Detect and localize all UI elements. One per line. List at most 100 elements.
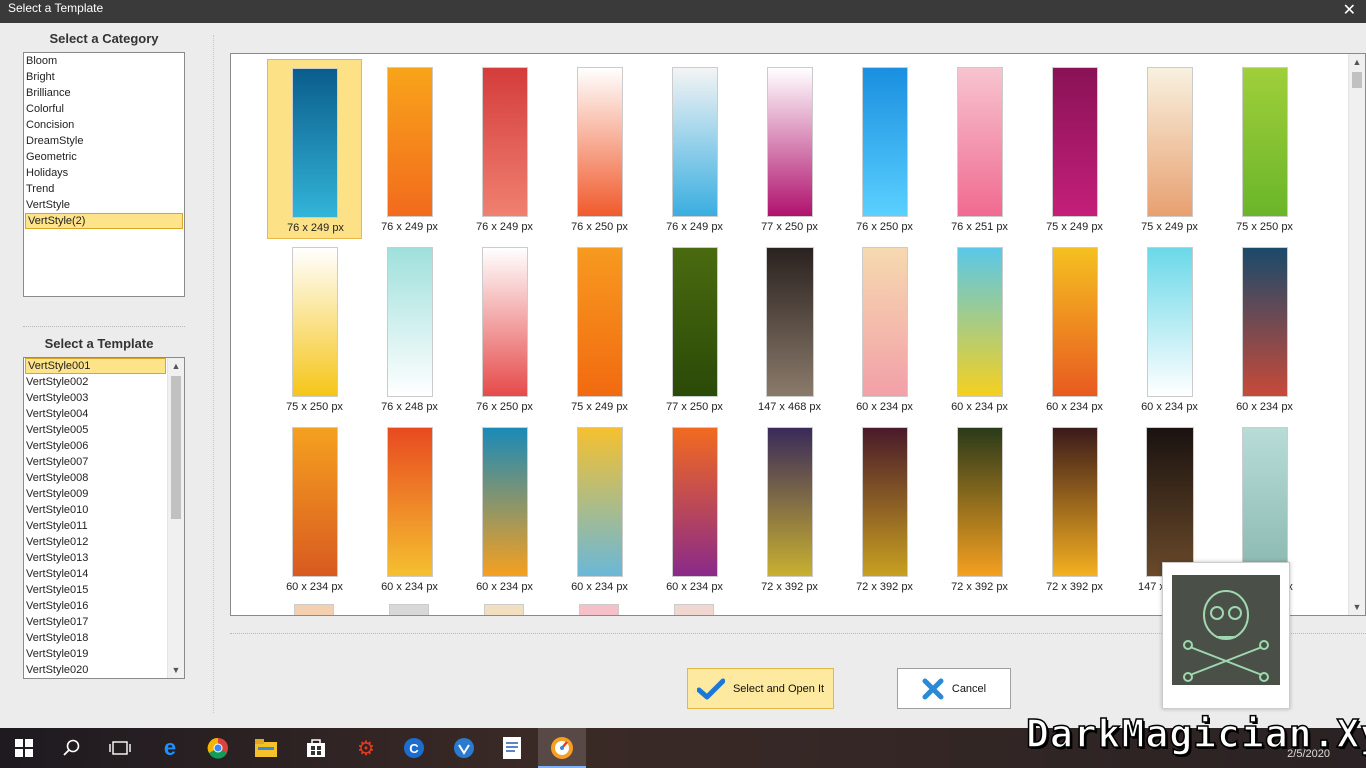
scroll-thumb[interactable] (1352, 72, 1362, 88)
template-thumbnail[interactable]: 60 x 234 px (1027, 239, 1122, 419)
category-item[interactable]: Brilliance (24, 85, 184, 101)
template-item[interactable]: VertStyle009 (24, 486, 167, 502)
template-thumbnail[interactable]: 76 x 250 px (457, 239, 552, 419)
template-item[interactable]: VertStyle017 (24, 614, 167, 630)
category-item[interactable]: VertStyle (24, 197, 184, 213)
category-item[interactable]: Geometric (24, 149, 184, 165)
category-item[interactable]: Trend (24, 181, 184, 197)
category-item[interactable]: VertStyle(2) (25, 213, 183, 229)
template-item[interactable]: VertStyle014 (24, 566, 167, 582)
template-thumbnail-partial[interactable] (389, 604, 429, 615)
chevron-down-icon[interactable]: ▼ (168, 662, 184, 678)
thumbnail-caption: 60 x 234 px (381, 581, 438, 593)
template-thumbnail[interactable]: 60 x 234 px (267, 419, 362, 599)
template-item[interactable]: VertStyle013 (24, 550, 167, 566)
chevron-up-icon[interactable]: ▲ (1349, 54, 1365, 70)
template-thumbnail[interactable]: 76 x 249 px (457, 59, 552, 239)
template-scrollbar[interactable]: ▲ ▼ (167, 358, 184, 678)
thumbnail-image (481, 247, 528, 397)
template-thumbnail-partial[interactable] (484, 604, 524, 615)
category-item[interactable]: Holidays (24, 165, 184, 181)
file-explorer-icon[interactable] (252, 734, 280, 762)
template-item[interactable]: VertStyle015 (24, 582, 167, 598)
template-thumbnail[interactable]: 75 x 249 px (552, 239, 647, 419)
thumbnail-image (386, 67, 433, 217)
floating-widget[interactable] (1162, 562, 1290, 709)
template-thumbnail-partial[interactable] (674, 604, 714, 615)
close-icon[interactable]: ✕ (1343, 0, 1356, 20)
cancel-button[interactable]: Cancel (897, 668, 1011, 709)
template-thumbnail[interactable]: 60 x 234 px (1122, 239, 1217, 419)
template-item[interactable]: VertStyle011 (24, 518, 167, 534)
template-thumbnail[interactable]: 76 x 249 px (647, 59, 742, 239)
template-thumbnail[interactable]: 75 x 249 px (1122, 59, 1217, 239)
template-thumbnail[interactable]: 60 x 234 px (837, 239, 932, 419)
template-thumbnail[interactable]: 76 x 250 px (552, 59, 647, 239)
divider (23, 326, 185, 327)
chrome-icon[interactable] (204, 734, 232, 762)
template-item[interactable]: VertStyle012 (24, 534, 167, 550)
template-item[interactable]: VertStyle006 (24, 438, 167, 454)
store-icon[interactable] (302, 734, 330, 762)
category-item[interactable]: Bloom (24, 53, 184, 69)
template-thumbnail[interactable]: 60 x 234 px (552, 419, 647, 599)
template-thumbnail[interactable]: 60 x 234 px (647, 419, 742, 599)
category-item[interactable]: DreamStyle (24, 133, 184, 149)
template-item[interactable]: VertStyle003 (24, 390, 167, 406)
template-item[interactable]: VertStyle020 (24, 662, 167, 678)
template-thumbnail[interactable]: 72 x 392 px (837, 419, 932, 599)
template-item[interactable]: VertStyle008 (24, 470, 167, 486)
task-view-icon[interactable] (106, 734, 134, 762)
template-item[interactable]: VertStyle019 (24, 646, 167, 662)
template-item[interactable]: VertStyle002 (24, 374, 167, 390)
template-item[interactable]: VertStyle007 (24, 454, 167, 470)
template-item[interactable]: VertStyle018 (24, 630, 167, 646)
template-thumbnail[interactable]: 77 x 250 px (742, 59, 837, 239)
ccleaner-icon[interactable]: C (400, 734, 428, 762)
cancel-label: Cancel (951, 682, 987, 695)
windows-start-icon[interactable] (10, 734, 38, 762)
template-thumbnail[interactable]: 60 x 234 px (932, 239, 1027, 419)
template-thumbnail-partial[interactable] (294, 604, 334, 615)
edge-browser-icon[interactable]: e (156, 734, 184, 762)
template-item[interactable]: VertStyle016 (24, 598, 167, 614)
template-thumbnail[interactable]: 77 x 250 px (647, 239, 742, 419)
app-red-icon[interactable]: ⚙ (352, 734, 380, 762)
search-icon[interactable] (58, 734, 86, 762)
gallery-scrollbar[interactable]: ▲ ▼ (1348, 54, 1365, 615)
template-item[interactable]: VertStyle010 (24, 502, 167, 518)
select-open-button[interactable]: Select and Open It (687, 668, 834, 709)
template-thumbnail[interactable]: 72 x 392 px (742, 419, 837, 599)
template-thumbnail[interactable]: 60 x 234 px (1217, 239, 1312, 419)
category-item[interactable]: Colorful (24, 101, 184, 117)
template-thumbnail[interactable]: 76 x 248 px (362, 239, 457, 419)
template-thumbnail-partial[interactable] (579, 604, 619, 615)
scroll-thumb[interactable] (171, 376, 181, 519)
template-thumbnail[interactable]: 76 x 249 px (267, 59, 362, 239)
document-app-icon[interactable] (498, 734, 526, 762)
template-thumbnail[interactable]: 75 x 250 px (1217, 59, 1312, 239)
chevron-down-icon[interactable]: ▼ (1349, 599, 1365, 615)
thumbnail-caption: 76 x 250 px (856, 221, 913, 233)
template-thumbnail[interactable]: 72 x 392 px (932, 419, 1027, 599)
template-item[interactable]: VertStyle005 (24, 422, 167, 438)
template-thumbnail[interactable]: 147 x 468 px (742, 239, 837, 419)
vpn-icon[interactable] (450, 734, 478, 762)
template-thumbnail[interactable]: 60 x 234 px (457, 419, 552, 599)
template-item[interactable]: VertStyle001 (25, 358, 166, 374)
template-thumbnail[interactable]: 75 x 249 px (1027, 59, 1122, 239)
template-thumbnail[interactable]: 72 x 392 px (1027, 419, 1122, 599)
chevron-up-icon[interactable]: ▲ (168, 358, 184, 374)
template-list[interactable]: VertStyle001 VertStyle002 VertStyle003 Vert… (23, 357, 185, 679)
category-item[interactable]: Concision (24, 117, 184, 133)
template-thumbnail[interactable]: 76 x 249 px (362, 59, 457, 239)
banner-app-icon[interactable] (548, 734, 576, 762)
template-thumbnail[interactable]: 76 x 251 px (932, 59, 1027, 239)
template-gallery[interactable]: ▲ ▼ 76 x 249 px 76 x 249 px 76 x 249 px 76 … (230, 53, 1366, 616)
template-item[interactable]: VertStyle004 (24, 406, 167, 422)
template-thumbnail[interactable]: 60 x 234 px (362, 419, 457, 599)
category-item[interactable]: Bright (24, 69, 184, 85)
template-thumbnail[interactable]: 75 x 250 px (267, 239, 362, 419)
category-list[interactable]: Bloom Bright Brilliance Colorful Concision Dr… (23, 52, 185, 297)
template-thumbnail[interactable]: 76 x 250 px (837, 59, 932, 239)
